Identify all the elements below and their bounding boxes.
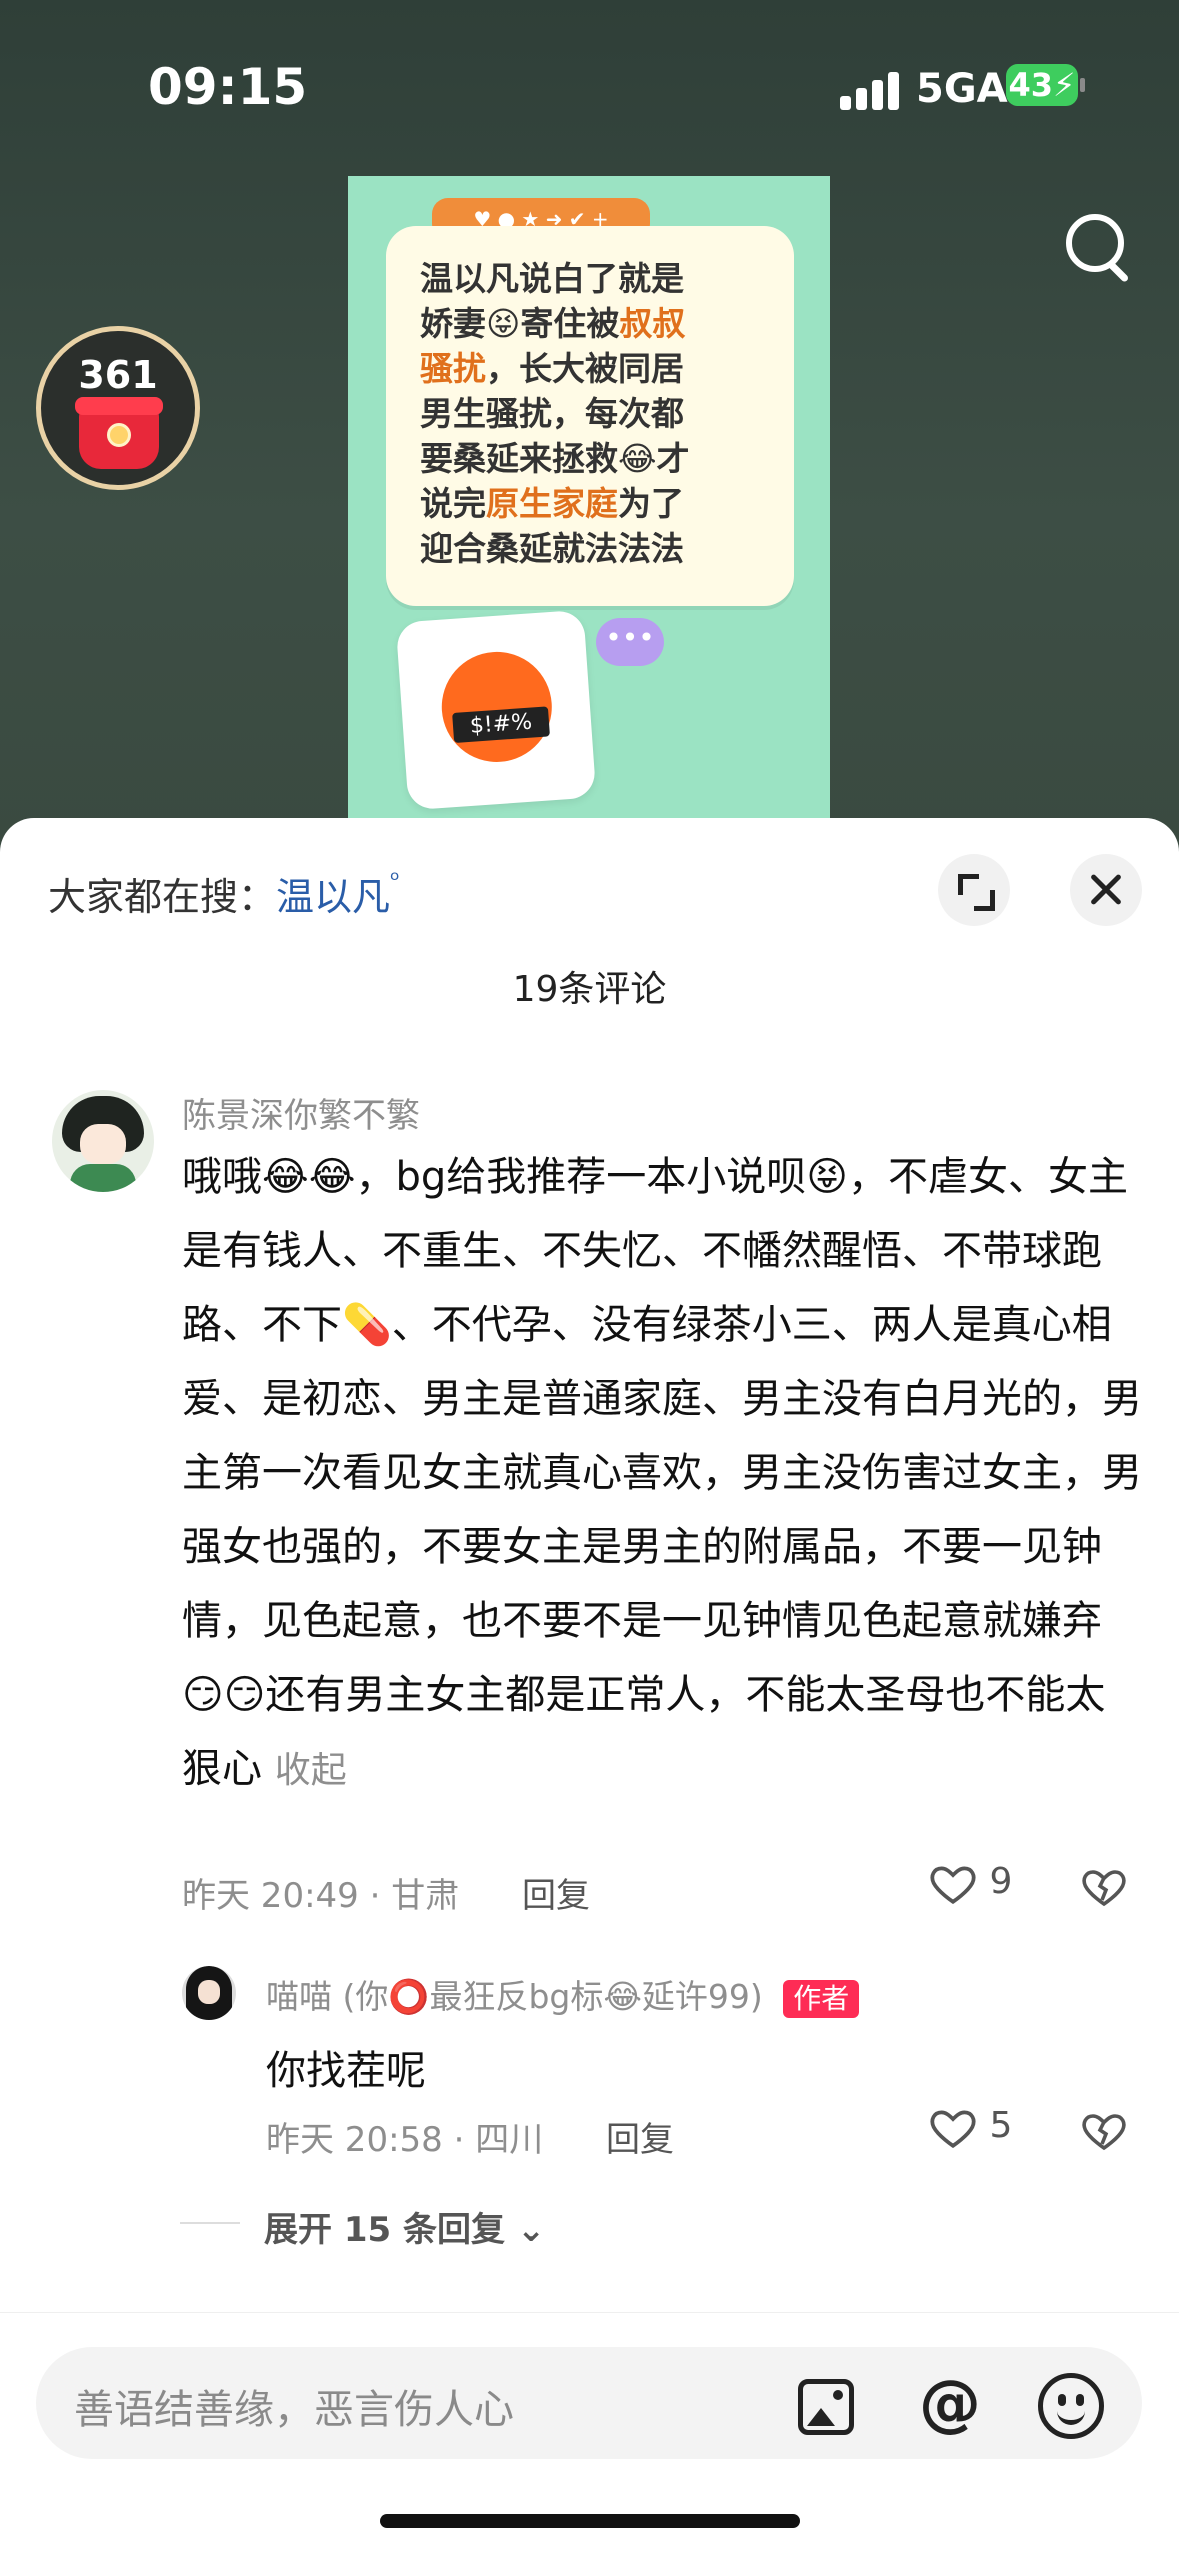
- comment-meta: 昨天 20:49 · 甘肃: [182, 1876, 460, 1916]
- angry-emoji-card: $!#%: [395, 609, 597, 811]
- reply-text: 你找茬呢: [266, 2048, 426, 2094]
- mention-icon[interactable]: @: [916, 2369, 984, 2437]
- comment-sheet: 大家都在搜：温以凡ᵒ 19条评论 陈景深你繁不繁 哦哦😂😂，bg给我推荐一本小说…: [0, 818, 1179, 2557]
- hot-search[interactable]: 大家都在搜：温以凡ᵒ: [48, 866, 400, 921]
- battery-icon: 43⚡: [1006, 64, 1078, 106]
- home-indicator: [380, 2514, 800, 2528]
- image-icon[interactable]: [798, 2379, 854, 2435]
- search-small-icon: ᵒ: [390, 866, 400, 894]
- bubble-segment: 为了: [618, 484, 684, 523]
- bubble-line: 娇妻😝寄住被叔叔: [420, 301, 770, 346]
- network-type: 5GA: [916, 66, 1008, 112]
- reply-username-text: 喵喵 (你⭕最狂反bg标😂延许99): [266, 1977, 763, 2016]
- like-count: 9: [989, 1861, 1013, 1902]
- reply-avatar[interactable]: [182, 1966, 236, 2020]
- bubble-line: 说完原生家庭为了: [420, 481, 770, 526]
- reply-like-button[interactable]: 5: [928, 2102, 1012, 2152]
- expand-icon[interactable]: [938, 854, 1010, 926]
- reply-reply-button[interactable]: 回复: [606, 2112, 674, 2161]
- bubble-segment: 要桑延来拯救😂才: [420, 439, 690, 478]
- avatar[interactable]: [52, 1090, 154, 1192]
- angry-face-icon: $!#%: [438, 648, 556, 766]
- bubble-segment: 说完: [420, 484, 486, 523]
- video-thumbnail[interactable]: ♥ ● ★ ➜ ✔ + 温以凡说白了就是 娇妻😝寄住被叔叔 骚扰，长大被同居 男生骚扰…: [348, 176, 830, 866]
- expand-divider: [180, 2222, 240, 2224]
- bubble-segment: ，长大被同居: [486, 349, 684, 388]
- comment-count: 19条评论: [512, 969, 667, 1010]
- expand-replies-button[interactable]: 展开 15 条回复 ⌄: [264, 2202, 545, 2251]
- censor-bar: $!#%: [452, 706, 550, 743]
- author-badge: 作者: [783, 1979, 860, 2018]
- bubble-segment: 温以凡说白了就是: [420, 259, 684, 298]
- close-icon[interactable]: [1070, 854, 1142, 926]
- reply-dislike-broken-heart-icon[interactable]: [1080, 2106, 1128, 2154]
- reply-username[interactable]: 喵喵 (你⭕最狂反bg标😂延许99) 作者: [266, 1970, 860, 2018]
- bubble-text: 温以凡说白了就是 娇妻😝寄住被叔叔 骚扰，长大被同居 男生骚扰，每次都 要桑延来拯救😂才…: [420, 256, 770, 571]
- red-packet-badge[interactable]: 361: [36, 326, 200, 490]
- speech-bubble: 温以凡说白了就是 娇妻😝寄住被叔叔 骚扰，长大被同居 男生骚扰，每次都 要桑延来拯救😂才…: [386, 226, 794, 606]
- heart-icon: [930, 2110, 976, 2148]
- bubble-line: 男生骚扰，每次都: [420, 391, 770, 436]
- heart-icon: [930, 1866, 976, 1904]
- comment-input[interactable]: 善语结善缘，恶言伤人心 @: [36, 2347, 1142, 2459]
- reply-meta: 昨天 20:58 · 四川: [266, 2120, 544, 2160]
- bubble-highlight: 原生家庭: [486, 484, 618, 523]
- comment-body: 哦哦😂😂，bg给我推荐一本小说呗😝，不虐女、女主是有钱人、不重生、不失忆、不幡然…: [182, 1154, 1142, 1792]
- status-time: 09:15: [148, 58, 308, 116]
- collapse-link[interactable]: 收起: [275, 1750, 347, 1791]
- bubble-line: 温以凡说白了就是: [420, 256, 770, 301]
- comment-placeholder: 善语结善缘，恶言伤人心: [74, 2387, 514, 2433]
- battery-level: 43: [1008, 66, 1054, 104]
- comment-text: 哦哦😂😂，bg给我推荐一本小说呗😝，不虐女、女主是有钱人、不重生、不失忆、不幡然…: [182, 1140, 1142, 1808]
- bubble-segment: 迎合桑延就法法法: [420, 529, 684, 568]
- red-pouch-icon: [75, 397, 163, 469]
- bubble-highlight: 叔叔: [619, 304, 686, 343]
- hot-search-prefix: 大家都在搜：: [48, 875, 277, 919]
- bubble-line: 迎合桑延就法法法: [420, 526, 770, 571]
- coin-count: 361: [78, 353, 158, 397]
- bubble-segment: 娇妻😝寄住被: [420, 304, 620, 343]
- bubble-line: 骚扰，长大被同居: [420, 346, 770, 391]
- bubble-highlight: 骚扰: [420, 349, 486, 388]
- bubble-line: 要桑延来拯救😂才: [420, 436, 770, 481]
- like-button[interactable]: 9: [928, 1858, 1012, 1908]
- comment-username[interactable]: 陈景深你繁不繁: [182, 1088, 420, 1137]
- chat-dots-icon: •••: [596, 618, 664, 666]
- status-bar: 09:15 5GA 43⚡: [0, 58, 1179, 118]
- dislike-broken-heart-icon[interactable]: [1080, 1862, 1128, 1910]
- battery-cap: [1080, 78, 1085, 92]
- signal-icon: [840, 70, 900, 110]
- search-icon[interactable]: [1062, 210, 1132, 283]
- hot-search-keyword[interactable]: 温以凡: [276, 875, 390, 919]
- emoji-icon[interactable]: [1038, 2373, 1104, 2439]
- reply-like-count: 5: [989, 2105, 1013, 2146]
- bubble-segment: 男生骚扰，每次都: [420, 394, 684, 433]
- reply-button[interactable]: 回复: [522, 1868, 590, 1917]
